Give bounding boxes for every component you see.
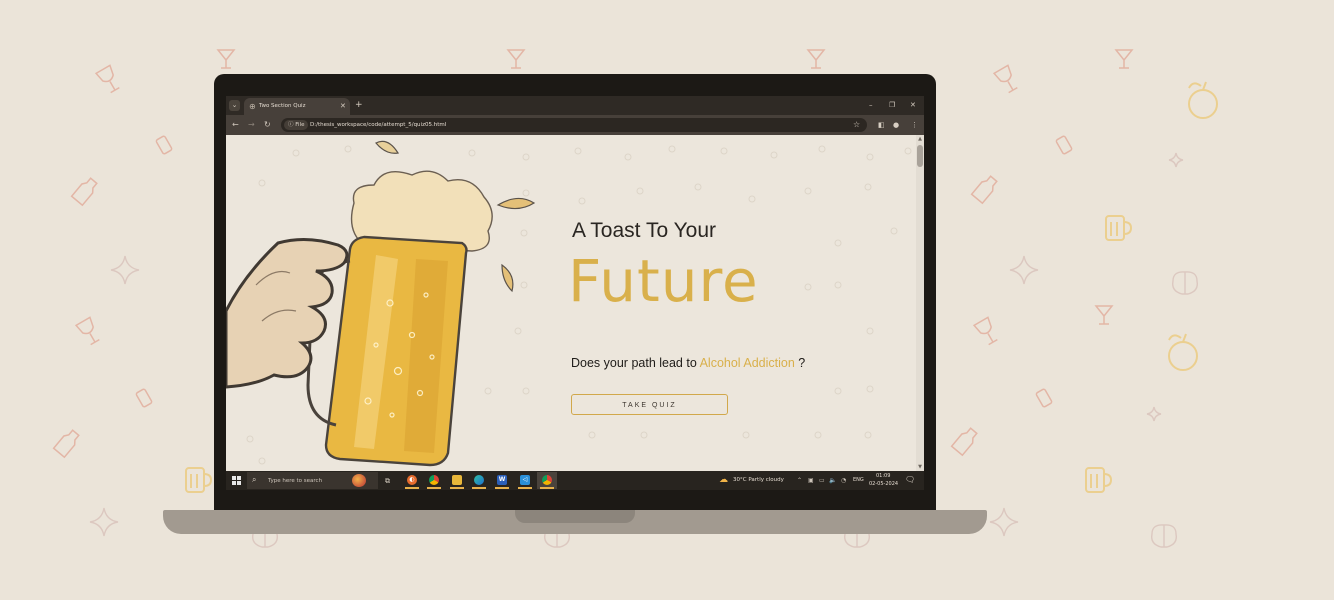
take-quiz-button[interactable]: TAKE QUIZ: [571, 394, 728, 415]
hero-heading-future: Future: [568, 247, 759, 315]
beer-mug-icon: [1085, 467, 1113, 493]
browser-toolbar: ← → ↻ ⓘ File D:/thesis_workspace/code/at…: [226, 115, 924, 135]
search-highlight-icon: [352, 474, 366, 487]
quiz-question-text: Does your path lead to Alcohol Addiction…: [571, 356, 805, 370]
star-icon[interactable]: ☆: [853, 119, 860, 131]
apple-icon: [1188, 81, 1218, 119]
battery-icon[interactable]: ▭: [819, 476, 825, 485]
sparkle-icon: [989, 507, 1019, 537]
wine-glass-icon: [74, 316, 100, 346]
taskbar-search-placeholder: Type here to search: [268, 478, 323, 484]
bottle-icon: [70, 177, 98, 207]
page-scrollbar[interactable]: ▲ ▼: [916, 135, 924, 471]
notification-icon[interactable]: 🗨: [905, 475, 915, 485]
forward-arrow-icon[interactable]: →: [248, 120, 255, 130]
site-chip-label: File: [295, 122, 305, 128]
cocktail-icon: [1114, 49, 1134, 69]
chrome-active-icon[interactable]: [537, 472, 557, 489]
restore-icon[interactable]: ❐: [889, 100, 895, 110]
hand-holding-beer-mug-illustration: [226, 140, 536, 467]
volume-icon[interactable]: 🔈: [829, 476, 836, 485]
firefox-icon[interactable]: ◐: [402, 472, 422, 489]
clock-time[interactable]: 01:09: [876, 472, 890, 480]
chrome-icon[interactable]: [424, 472, 444, 489]
browser-tab[interactable]: ⊕ Two Section Quiz ✕: [244, 98, 350, 115]
bottle-icon: [970, 175, 998, 205]
laptop-notch: [515, 510, 635, 523]
can-icon: [155, 135, 173, 155]
edge-icon[interactable]: [469, 472, 489, 489]
can-icon: [1055, 135, 1073, 155]
tab-title: Two Section Quiz: [259, 103, 306, 109]
close-icon[interactable]: ✕: [340, 102, 346, 111]
weather-text[interactable]: 30°C Partly cloudy: [733, 476, 784, 485]
can-icon: [1035, 388, 1053, 408]
minimize-icon[interactable]: –: [869, 100, 873, 110]
globe-icon: ⊕: [249, 102, 256, 111]
brain-icon: [1172, 271, 1198, 295]
close-icon[interactable]: ✕: [910, 100, 916, 110]
windows-start-icon[interactable]: [232, 476, 241, 485]
wifi-icon[interactable]: ◔: [841, 476, 846, 485]
laptop-screen: ⌄ ⊕ Two Section Quiz ✕ + – ❐ ✕ ← → ↻ ⓘ F…: [226, 96, 924, 490]
sparkle-icon: [1168, 152, 1184, 168]
sparkle-icon: [89, 507, 119, 537]
file-explorer-icon[interactable]: [447, 472, 467, 489]
scroll-down-icon[interactable]: ▼: [916, 464, 924, 470]
browser-tab-strip: ⌄ ⊕ Two Section Quiz ✕ + – ❐ ✕: [226, 96, 924, 115]
profile-icon[interactable]: ●: [893, 120, 899, 130]
sparkle-icon: [1146, 406, 1162, 422]
search-icon: ⌕: [252, 475, 257, 484]
partly-cloudy-icon[interactable]: ☁: [719, 475, 728, 486]
task-view-icon[interactable]: ⧉: [385, 476, 390, 486]
question-prefix: Does your path lead to: [571, 356, 697, 370]
wine-glass-icon: [972, 316, 998, 346]
sparkle-icon: [110, 255, 140, 285]
cocktail-icon: [506, 49, 526, 69]
question-highlight: Alcohol Addiction: [699, 356, 795, 370]
back-arrow-icon[interactable]: ←: [232, 120, 239, 130]
cocktail-icon: [1094, 305, 1114, 325]
wine-glass-icon: [94, 64, 120, 94]
cocktail-icon: [806, 49, 826, 69]
beer-mug-icon: [185, 467, 213, 493]
kebab-menu-icon[interactable]: ⋮: [911, 120, 918, 130]
bottle-icon: [52, 429, 80, 459]
bottle-icon: [950, 427, 978, 457]
address-bar[interactable]: ⓘ File D:/thesis_workspace/code/attempt_…: [281, 118, 867, 132]
apple-icon: [1168, 333, 1198, 371]
site-info-chip[interactable]: ⓘ File: [284, 120, 309, 130]
hero-heading-line1: A Toast To Your: [572, 219, 717, 242]
chevron-down-icon[interactable]: ⌄: [229, 100, 240, 111]
word-icon[interactable]: W: [492, 472, 512, 489]
side-panel-icon[interactable]: ◧: [878, 120, 885, 130]
question-suffix: ?: [798, 356, 806, 370]
taskbar-search-box[interactable]: ⌕ Type here to search: [247, 472, 378, 489]
sparkle-icon: [1009, 255, 1039, 285]
windows-taskbar: ⌕ Type here to search ⧉ ◐ W ◁ ☁ 30°C Par…: [226, 471, 924, 490]
reload-icon[interactable]: ↻: [264, 120, 271, 130]
clock-date[interactable]: 02-05-2024: [869, 480, 898, 488]
meet-now-icon[interactable]: ▣: [808, 476, 814, 485]
quiz-landing-page: A Toast To Your Future Does your path le…: [226, 135, 924, 471]
beer-mug-icon: [1105, 215, 1133, 241]
plus-icon[interactable]: +: [355, 99, 363, 111]
wine-glass-icon: [992, 64, 1018, 94]
scroll-up-icon[interactable]: ▲: [916, 136, 924, 142]
chevron-up-icon[interactable]: ⌃: [797, 476, 802, 485]
cocktail-icon: [216, 49, 236, 69]
scrollbar-thumb[interactable]: [917, 145, 923, 167]
url-text[interactable]: D:/thesis_workspace/code/attempt_5/quiz0…: [310, 120, 446, 130]
can-icon: [135, 388, 153, 408]
vscode-icon[interactable]: ◁: [515, 472, 535, 489]
language-indicator[interactable]: ENG: [853, 476, 864, 485]
brain-icon: [1151, 524, 1177, 548]
